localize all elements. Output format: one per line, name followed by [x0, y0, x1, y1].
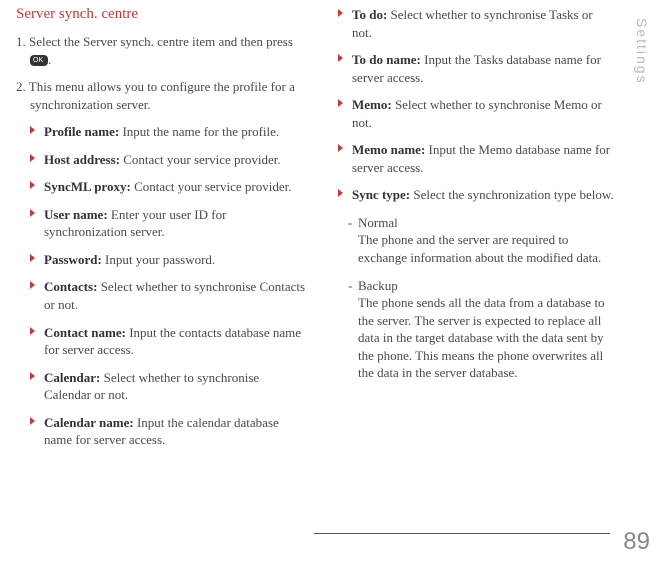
triangle-bullet-icon	[30, 181, 35, 189]
bullet-item: User name: Enter your user ID for synchr…	[16, 206, 306, 241]
triangle-bullet-icon	[30, 417, 35, 425]
sub-item-body: The phone and the server are required to…	[358, 232, 601, 265]
section-title: Server synch. centre	[16, 6, 306, 23]
bullet-label: Calendar:	[44, 370, 100, 385]
bullet-item: Contact name: Input the contacts databas…	[16, 324, 306, 359]
bullet-item: Calendar name: Input the calendar databa…	[16, 414, 306, 449]
triangle-bullet-icon	[338, 189, 343, 197]
bullet-text: Contact your service provider.	[120, 152, 281, 167]
bullet-item: To do name: Input the Tasks database nam…	[324, 51, 614, 86]
bullet-label: Calendar name:	[44, 415, 134, 430]
bullet-label: Memo name:	[352, 142, 425, 157]
divider-line	[314, 533, 610, 534]
bullet-text: Input the name for the profile.	[119, 124, 279, 139]
step-1: 1. Select the Server synch. centre item …	[16, 33, 306, 68]
bullet-item: SyncML proxy: Contact your service provi…	[16, 178, 306, 196]
triangle-bullet-icon	[30, 281, 35, 289]
bullet-label: Memo:	[352, 97, 392, 112]
sub-item: -Normal The phone and the server are requ…	[324, 214, 614, 267]
dash-marker: -	[348, 214, 352, 232]
bullet-text: Contact your service provider.	[131, 179, 292, 194]
bullet-item: Profile name: Input the name for the pro…	[16, 123, 306, 141]
bullet-item: Contacts: Select whether to synchronise …	[16, 278, 306, 313]
bullet-item: Host address: Contact your service provi…	[16, 151, 306, 169]
ok-icon	[30, 55, 48, 66]
sub-item-title: Normal	[358, 215, 398, 230]
vertical-section-label: Settings	[634, 18, 650, 85]
triangle-bullet-icon	[30, 327, 35, 335]
triangle-bullet-icon	[338, 9, 343, 17]
bullet-item: Sync type: Select the synchronization ty…	[324, 186, 614, 204]
triangle-bullet-icon	[30, 372, 35, 380]
bullet-label: Sync type:	[352, 187, 410, 202]
bullet-label: To do:	[352, 7, 387, 22]
bullet-item: Calendar: Select whether to synchronise …	[16, 369, 306, 404]
bullet-label: Contacts:	[44, 279, 97, 294]
sub-item-body: The phone sends all the data from a data…	[358, 295, 605, 380]
triangle-bullet-icon	[338, 54, 343, 62]
bullet-item: To do: Select whether to synchronise Tas…	[324, 6, 614, 41]
sub-item: -Backup The phone sends all the data from…	[324, 277, 614, 382]
bullet-text: Select whether to synchronise Tasks or n…	[352, 7, 593, 40]
triangle-bullet-icon	[338, 99, 343, 107]
triangle-bullet-icon	[338, 144, 343, 152]
bullet-text: Input your password.	[102, 252, 215, 267]
bullet-text: Select the synchronization type below.	[410, 187, 614, 202]
sub-item-title: Backup	[358, 278, 398, 293]
bullet-label: Host address:	[44, 152, 120, 167]
triangle-bullet-icon	[30, 126, 35, 134]
step-2: 2. This menu allows you to configure the…	[16, 78, 306, 113]
bullet-label: User name:	[44, 207, 108, 222]
bullet-label: Profile name:	[44, 124, 119, 139]
triangle-bullet-icon	[30, 209, 35, 217]
triangle-bullet-icon	[30, 254, 35, 262]
bullet-item: Password: Input your password.	[16, 251, 306, 269]
triangle-bullet-icon	[30, 154, 35, 162]
bullet-label: SyncML proxy:	[44, 179, 131, 194]
bullet-label: Password:	[44, 252, 102, 267]
page-number: 89	[623, 528, 650, 556]
bullet-item: Memo name: Input the Memo database name …	[324, 141, 614, 176]
dash-marker: -	[348, 277, 352, 295]
bullet-item: Memo: Select whether to synchronise Memo…	[324, 96, 614, 131]
bullet-label: Contact name:	[44, 325, 126, 340]
step-1-prefix: 1. Select the Server synch. centre item …	[16, 34, 293, 49]
bullet-label: To do name:	[352, 52, 421, 67]
step-1-suffix: .	[48, 52, 51, 67]
